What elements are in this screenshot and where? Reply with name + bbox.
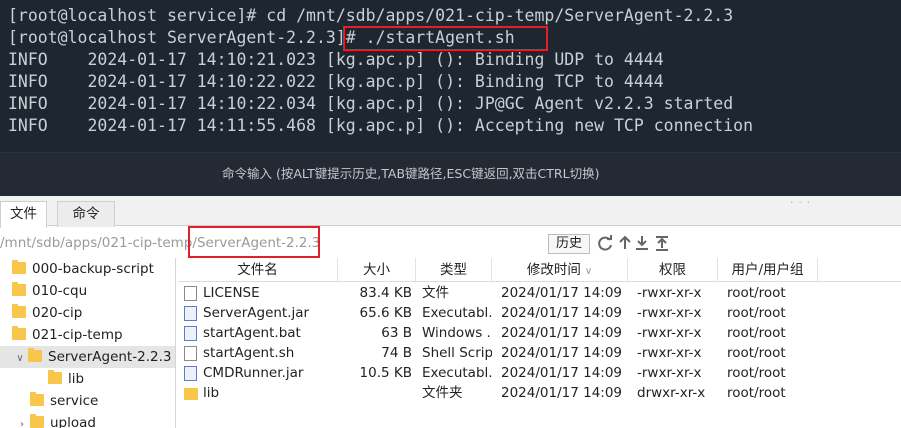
up-directory-icon[interactable] — [617, 234, 633, 252]
cell-permission: -rwxr-xr-x — [637, 305, 702, 321]
file-icon — [184, 326, 197, 341]
chevron-right-icon[interactable]: › — [16, 414, 28, 428]
tab-commands[interactable]: 命令 — [57, 201, 115, 227]
folder-icon — [12, 304, 26, 318]
sort-chevron-icon: ∨ — [584, 266, 593, 277]
cell-permission: -rwxr-xr-x — [637, 365, 702, 381]
terminal-line: INFO 2024-01-17 14:10:22.034 [kg.apc.p] … — [8, 94, 734, 113]
tree-item[interactable]: 021-cip-temp — [12, 324, 123, 346]
cell-mtime: 2024/01/17 14:09 — [501, 305, 623, 321]
file-icon — [184, 366, 197, 381]
cell-permission: -rwxr-xr-x — [637, 345, 702, 361]
table-header: 文件名 大小 类型 修改时间 ∨ 权限 用户/用户组 — [178, 258, 901, 282]
tree-item[interactable]: lib — [48, 368, 84, 390]
tree-item[interactable]: 010-cqu — [12, 280, 87, 302]
terminal-panel[interactable]: [root@localhost service]# cd /mnt/sdb/ap… — [0, 0, 901, 196]
table-row[interactable]: startAgent.bat 63 B Windows ... 2024/01/17 … — [178, 323, 901, 343]
table-row[interactable]: lib 文件夹 2024/01/17 14:09 drwxr-xr-x root/roo… — [178, 383, 901, 403]
tree-item[interactable]: › upload — [16, 412, 96, 428]
folder-icon — [12, 282, 26, 296]
cell-mtime: 2024/01/17 14:09 — [501, 385, 623, 401]
cell-owner: root/root — [727, 305, 786, 321]
folder-icon — [12, 260, 26, 274]
cell-permission: -rwxr-xr-x — [637, 285, 702, 301]
cell-mtime: 2024/01/17 14:09 — [501, 345, 623, 361]
tree-item[interactable]: 020-cip — [12, 302, 82, 324]
cell-size: 10.5 KB — [359, 365, 412, 381]
panel-tabs: 文件 命令 — [0, 196, 901, 228]
cell-name: CMDRunner.jar — [203, 365, 304, 381]
tree-item[interactable]: 000-backup-script — [12, 258, 154, 280]
folder-icon — [48, 370, 62, 384]
cell-owner: root/root — [727, 385, 786, 401]
folder-icon — [30, 392, 44, 406]
command-input-hint: 命令输入 (按ALT键提示历史,TAB键路径,ESC键返回,双击CTRL切换) — [222, 166, 600, 181]
cell-name: startAgent.sh — [203, 345, 295, 361]
command-highlight-box — [343, 26, 548, 51]
path-prefix: /mnt/sdb/apps/021-cip-temp/ — [0, 235, 197, 251]
table-row[interactable]: ServerAgent.jar 65.6 KB Executabl... 2024/0… — [178, 303, 901, 323]
column-header-mtime[interactable]: 修改时间 ∨ — [492, 258, 628, 282]
terminal-line: [root@localhost service]# cd /mnt/sdb/ap… — [8, 6, 734, 25]
path-bar[interactable]: /mnt/sdb/apps/021-cip-temp/ServerAgent-2… — [0, 228, 901, 258]
cell-mtime: 2024/01/17 14:09 — [501, 285, 623, 301]
path-highlight-box — [188, 226, 320, 258]
upload-icon[interactable] — [654, 234, 670, 252]
table-row[interactable]: CMDRunner.jar 10.5 KB Executabl... 2024/01/… — [178, 363, 901, 383]
splitter-handle[interactable]: · · · — [790, 198, 811, 209]
column-header-name[interactable]: 文件名 — [178, 258, 338, 282]
terminal-line: INFO 2024-01-17 14:10:21.023 [kg.apc.p] … — [8, 50, 664, 69]
cell-permission: drwxr-xr-x — [637, 385, 706, 401]
column-header-owner[interactable]: 用户/用户组 — [718, 258, 818, 282]
cell-name: LICENSE — [203, 285, 260, 301]
cell-owner: root/root — [727, 285, 786, 301]
file-icon — [184, 306, 197, 321]
cell-size: 83.4 KB — [359, 285, 412, 301]
cell-type: Executabl... — [422, 365, 492, 381]
cell-size — [338, 383, 412, 403]
cell-type: Shell Script — [422, 345, 492, 361]
cell-size: 74 B — [381, 345, 412, 361]
file-table[interactable]: 文件名 大小 类型 修改时间 ∨ 权限 用户/用户组 LICENSE 83.4 KB… — [178, 258, 901, 428]
cell-type: 文件 — [422, 285, 449, 301]
cell-permission: -rwxr-xr-x — [637, 325, 702, 341]
cell-size: 65.6 KB — [359, 305, 412, 321]
terminal-line: INFO 2024-01-17 14:11:55.468 [kg.apc.p] … — [8, 116, 754, 135]
tree-item[interactable]: service — [30, 390, 98, 412]
column-header-permission[interactable]: 权限 — [628, 258, 718, 282]
column-header-type[interactable]: 类型 — [416, 258, 492, 282]
file-icon — [184, 346, 197, 361]
tab-files[interactable]: 文件 — [0, 201, 47, 228]
download-icon[interactable] — [634, 234, 650, 252]
cell-type: 文件夹 — [422, 385, 463, 401]
command-input-bar[interactable]: 命令输入 (按ALT键提示历史,TAB键路径,ESC键返回,双击CTRL切换) — [0, 152, 901, 196]
cell-owner: root/root — [727, 325, 786, 341]
cell-name: startAgent.bat — [203, 325, 301, 341]
chevron-down-icon[interactable]: ∨ — [14, 348, 26, 370]
cell-owner: root/root — [727, 365, 786, 381]
table-row[interactable]: LICENSE 83.4 KB 文件 2024/01/17 14:09 -rwxr-xr… — [178, 283, 901, 303]
folder-icon — [184, 388, 198, 400]
file-icon — [184, 286, 197, 301]
cell-owner: root/root — [727, 345, 786, 361]
table-row[interactable]: startAgent.sh 74 B Shell Script 2024/01/17 … — [178, 343, 901, 363]
terminal-line: INFO 2024-01-17 14:10:22.022 [kg.apc.p] … — [8, 72, 664, 91]
refresh-icon[interactable] — [597, 234, 613, 252]
cell-name: ServerAgent.jar — [203, 305, 310, 321]
cell-size: 63 B — [381, 325, 412, 341]
cell-mtime: 2024/01/17 14:09 — [501, 365, 623, 381]
cell-type: Windows ... — [422, 325, 492, 341]
directory-tree[interactable]: 000-backup-script 010-cqu 020-cip 021-ci… — [0, 258, 176, 428]
folder-icon — [30, 414, 44, 428]
folder-icon — [28, 348, 42, 362]
cell-mtime: 2024/01/17 14:09 — [501, 325, 623, 341]
column-header-size[interactable]: 大小 — [338, 258, 416, 282]
history-button[interactable]: 历史 — [548, 234, 590, 254]
tree-item-selected[interactable]: ∨ ServerAgent-2.2.3 — [0, 346, 175, 368]
cell-name: lib — [203, 385, 220, 401]
cell-type: Executabl... — [422, 305, 492, 321]
folder-icon — [12, 326, 26, 340]
